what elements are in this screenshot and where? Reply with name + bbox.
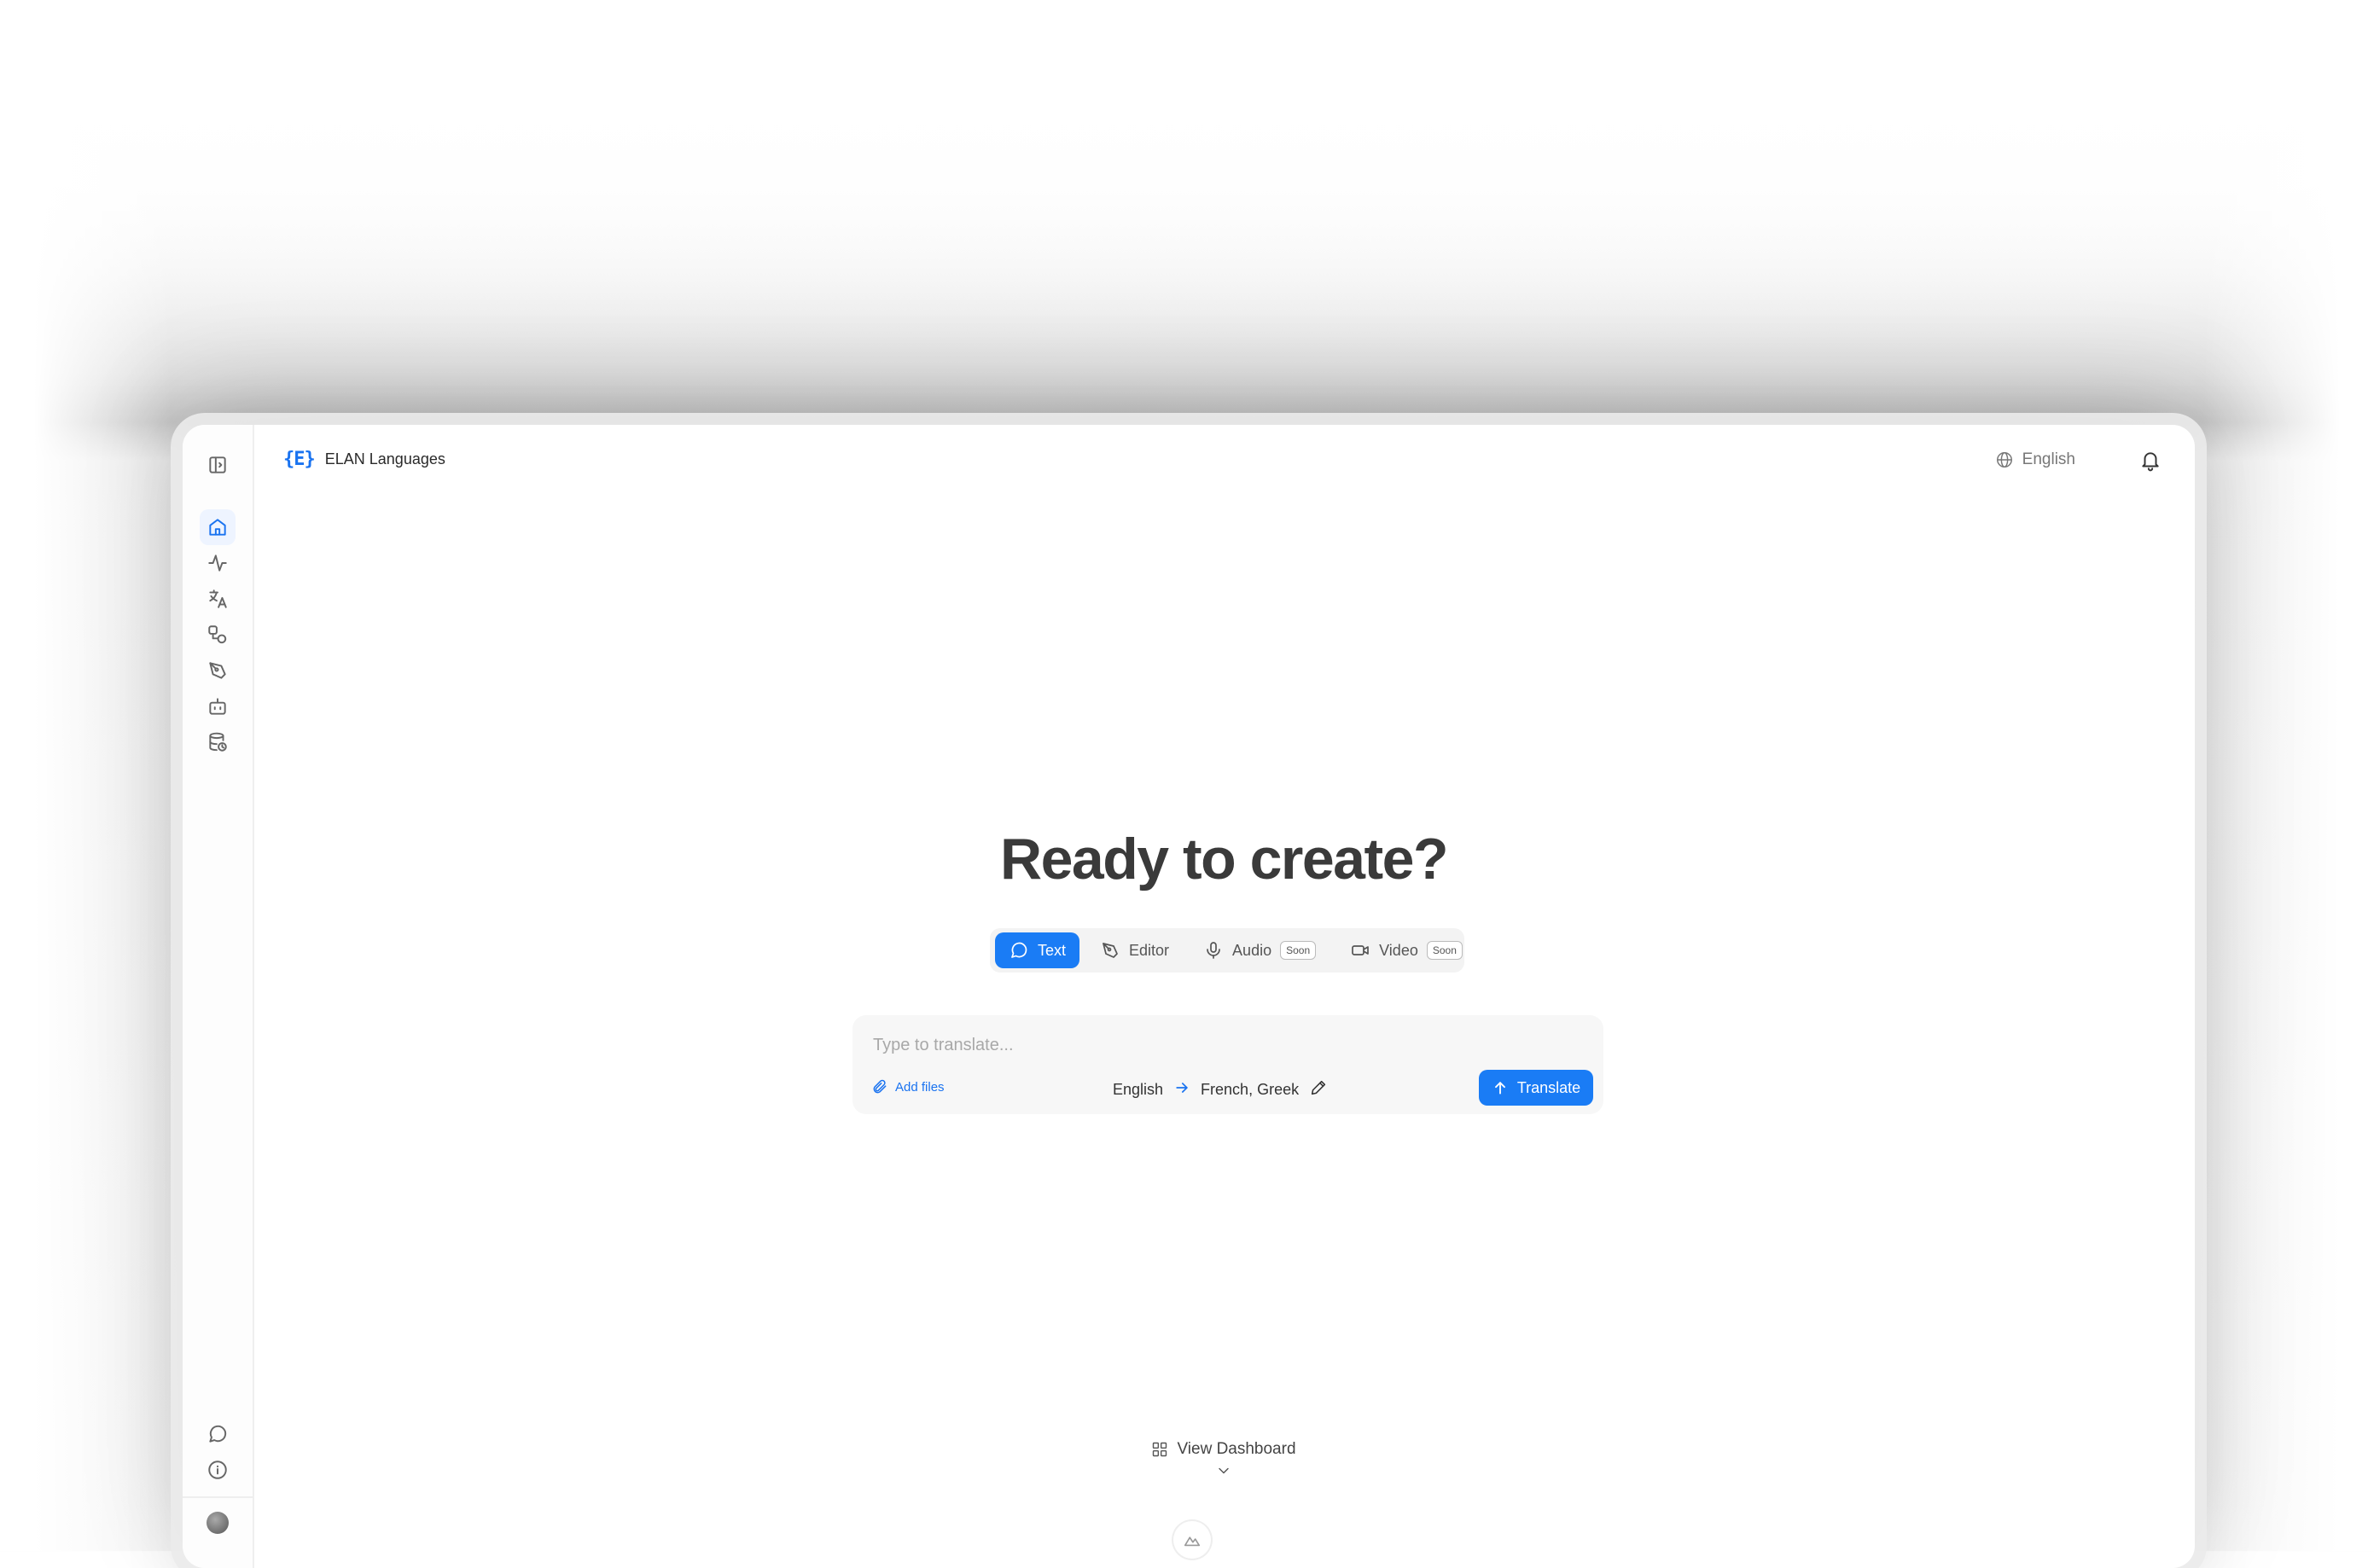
background-fade-right bbox=[2203, 0, 2374, 1551]
view-dashboard-label: View Dashboard bbox=[1177, 1440, 1296, 1458]
translate-input[interactable] bbox=[871, 1031, 1387, 1060]
tab-video[interactable]: Video Soon bbox=[1336, 932, 1476, 968]
language-pair-selector[interactable]: English French, Greek bbox=[1113, 1078, 1328, 1101]
soon-badge: Soon bbox=[1280, 941, 1317, 960]
avatar[interactable] bbox=[207, 1512, 229, 1534]
app-logo-mark bbox=[1173, 1521, 1211, 1559]
tab-video-label: Video bbox=[1379, 941, 1418, 959]
add-files-button[interactable]: Add files bbox=[871, 1078, 945, 1095]
sidebar-toggle-button[interactable] bbox=[200, 447, 236, 483]
layout-grid-icon bbox=[1153, 1442, 1167, 1457]
paperclip-icon bbox=[873, 1079, 887, 1094]
sidebar-item-chat[interactable] bbox=[200, 1416, 236, 1452]
sidebar-item-info[interactable] bbox=[200, 1452, 236, 1488]
background-fade-left bbox=[0, 0, 171, 1551]
globe-icon bbox=[1996, 452, 2012, 467]
translate-button[interactable]: Translate bbox=[1479, 1070, 1593, 1106]
notifications-button[interactable] bbox=[2135, 445, 2166, 476]
sidebar-item-workflows[interactable] bbox=[200, 617, 236, 653]
tab-audio-label: Audio bbox=[1232, 941, 1272, 959]
shapes-icon bbox=[208, 625, 227, 644]
mountain-icon bbox=[1184, 1536, 1201, 1547]
mode-tabs: Text Editor Audio Soon Video Soon bbox=[990, 928, 1464, 973]
sidebar-item-editor[interactable] bbox=[200, 653, 236, 688]
info-icon bbox=[208, 1461, 227, 1479]
sidebar bbox=[183, 425, 254, 1568]
bot-icon bbox=[209, 698, 226, 715]
sidebar-item-database[interactable] bbox=[200, 724, 236, 760]
top-bar: {E} ELAN Languages English bbox=[253, 425, 2195, 497]
arrow-up-icon bbox=[1494, 1082, 1505, 1095]
add-files-label: Add files bbox=[895, 1079, 945, 1095]
sidebar-item-bot[interactable] bbox=[200, 688, 236, 724]
tab-audio[interactable]: Audio Soon bbox=[1190, 932, 1330, 968]
pen-tool-icon bbox=[1103, 943, 1118, 958]
activity-icon bbox=[208, 555, 227, 572]
chevron-down-icon bbox=[1219, 1467, 1229, 1474]
tab-text-label: Text bbox=[1038, 941, 1067, 959]
language-selector[interactable]: English bbox=[1995, 450, 2075, 469]
background-glow bbox=[0, 0, 2374, 409]
sidebar-divider bbox=[183, 1496, 253, 1498]
translate-composer: Add files English French, Greek Translat… bbox=[852, 1015, 1603, 1114]
language-selector-label: English bbox=[2022, 450, 2075, 468]
brand-name: ELAN Languages bbox=[324, 450, 445, 467]
message-circle-icon bbox=[1011, 942, 1027, 958]
home-icon bbox=[209, 519, 226, 536]
soon-badge: Soon bbox=[1426, 941, 1463, 960]
tab-text[interactable]: Text bbox=[995, 932, 1080, 968]
mic-icon bbox=[1207, 942, 1220, 959]
translate-icon bbox=[209, 589, 227, 608]
translate-button-label: Translate bbox=[1516, 1078, 1581, 1096]
sidebar-item-home[interactable] bbox=[200, 509, 236, 545]
message-circle-icon bbox=[209, 1425, 227, 1443]
app-window: {E} ELAN Languages English Ready to crea… bbox=[183, 425, 2195, 1568]
bell-icon bbox=[2142, 452, 2159, 472]
database-history-icon bbox=[209, 732, 227, 752]
source-language: English bbox=[1113, 1081, 1164, 1098]
sidebar-item-activity[interactable] bbox=[200, 545, 236, 581]
tab-editor[interactable]: Editor bbox=[1086, 932, 1183, 968]
panel-left-icon bbox=[209, 456, 226, 473]
view-dashboard-link[interactable]: View Dashboard bbox=[253, 1440, 2195, 1479]
page-title: Ready to create? bbox=[1000, 827, 1448, 891]
pencil-icon[interactable] bbox=[1309, 1078, 1328, 1101]
sidebar-item-translate[interactable] bbox=[200, 581, 236, 617]
tab-editor-label: Editor bbox=[1129, 941, 1170, 959]
brand[interactable]: {E} ELAN Languages bbox=[283, 449, 445, 470]
pen-tool-icon bbox=[209, 662, 226, 679]
arrow-right-icon bbox=[1173, 1079, 1190, 1101]
target-languages: French, Greek bbox=[1201, 1081, 1300, 1098]
brand-logo: {E} bbox=[283, 449, 316, 470]
video-icon bbox=[1352, 945, 1369, 955]
